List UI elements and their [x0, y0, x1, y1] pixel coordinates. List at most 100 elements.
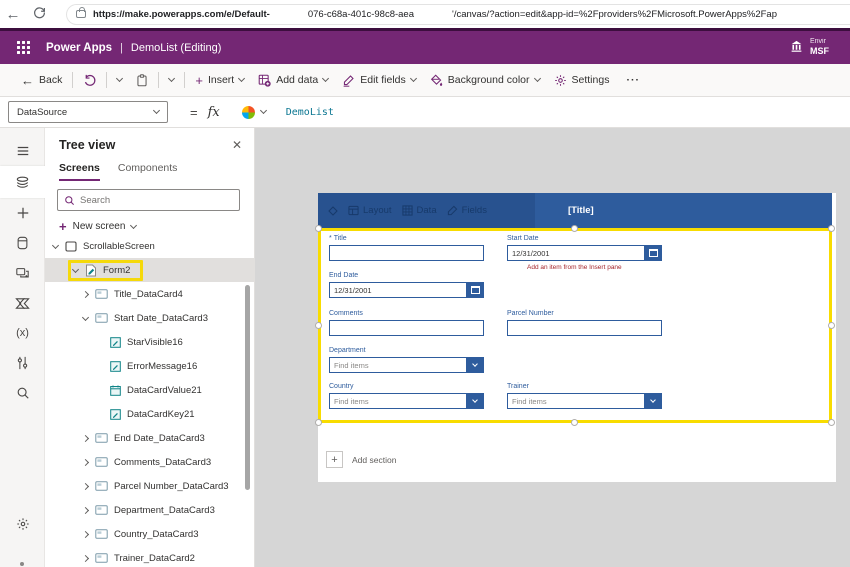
field-comments[interactable]: Comments: [329, 310, 484, 336]
tree-item-starvisible16[interactable]: StarVisible16: [45, 330, 254, 354]
tree-item-datacardvalue21[interactable]: DataCardValue21: [45, 378, 254, 402]
insert-button[interactable]: + Insert: [188, 68, 251, 92]
combo-chevron-button[interactable]: [644, 393, 662, 409]
environment-selector[interactable]: Envir MSF: [790, 38, 850, 56]
selection-handle-nw[interactable]: [315, 225, 322, 232]
rail-power-automate-icon[interactable]: [0, 288, 45, 318]
new-screen-button[interactable]: + New screen: [59, 219, 254, 234]
rail-menu-icon[interactable]: [0, 136, 45, 166]
tree-chevron-icon[interactable]: [71, 265, 80, 273]
paste-button[interactable]: [129, 68, 155, 92]
copilot-button[interactable]: [236, 103, 272, 122]
field-department[interactable]: Department Find items: [329, 347, 484, 373]
property-selector[interactable]: DataSource: [8, 101, 168, 123]
plus-icon: +: [59, 219, 67, 234]
tree-chevron-icon[interactable]: [81, 506, 90, 514]
tree-chevron-icon[interactable]: [81, 290, 90, 298]
rail-media-icon[interactable]: [0, 258, 45, 288]
field-title[interactable]: * Title: [329, 235, 484, 261]
search-input[interactable]: [80, 194, 220, 206]
field-value: Find items: [334, 396, 369, 406]
browser-back-icon[interactable]: ←: [0, 6, 26, 23]
tab-components[interactable]: Components: [118, 162, 178, 181]
data-menu-item[interactable]: Data: [401, 205, 437, 216]
tree-search-box[interactable]: [57, 189, 240, 211]
tree-item-parcel-number-datacard3[interactable]: Parcel Number_DataCard3: [45, 474, 254, 498]
rail-data-icon[interactable]: [0, 228, 45, 258]
form-title-bar[interactable]: Layout Data Fields [Title]: [318, 193, 832, 228]
combo-chevron-button[interactable]: [466, 357, 484, 373]
tree-chevron-icon[interactable]: [81, 482, 90, 490]
undo-dropdown[interactable]: [110, 68, 129, 92]
add-section-button[interactable]: + Add section: [326, 451, 396, 468]
layout-menu-item[interactable]: Layout: [348, 205, 392, 216]
more-commands-button[interactable]: ···: [616, 74, 650, 86]
tree-chevron-icon[interactable]: [81, 530, 90, 538]
calendar-button[interactable]: [644, 245, 662, 261]
screen-page[interactable]: Layout Data Fields [Title] *TitleStart: [315, 193, 836, 482]
combo-input[interactable]: Find items: [329, 393, 484, 409]
field-country[interactable]: Country Find items: [329, 383, 484, 409]
tree-item-department-datacard3[interactable]: Department_DataCard3: [45, 498, 254, 522]
paste-dropdown[interactable]: [162, 68, 181, 92]
field-trainer[interactable]: Trainer Find items: [507, 383, 662, 409]
text-input[interactable]: [329, 245, 484, 261]
tree-item-scrollablescreen[interactable]: ScrollableScreen: [45, 234, 254, 258]
date-input[interactable]: 12/31/2001: [507, 245, 662, 261]
tab-screens[interactable]: Screens: [59, 162, 100, 181]
calendar-button[interactable]: [466, 282, 484, 298]
combo-chevron-button[interactable]: [466, 393, 484, 409]
browser-refresh-icon[interactable]: [26, 6, 52, 23]
close-icon[interactable]: ✕: [232, 138, 242, 152]
selection-handle-sw[interactable]: [315, 419, 322, 426]
edit-fields-button[interactable]: Edit fields: [335, 68, 423, 92]
tree-item-country-datacard3[interactable]: Country_DataCard3: [45, 522, 254, 546]
address-bar[interactable]: https://make.powerapps.com/e/Default- 076…: [66, 3, 850, 25]
field-end-date[interactable]: End Date 12/31/2001: [329, 272, 484, 298]
rail-settings-icon[interactable]: [0, 509, 45, 539]
combo-input[interactable]: Find items: [329, 357, 484, 373]
tree-item-form2[interactable]: Form2: [45, 258, 254, 282]
date-input[interactable]: 12/31/2001: [329, 282, 484, 298]
tree-item-start-date-datacard3[interactable]: Start Date_DataCard3: [45, 306, 254, 330]
rail-tree-view-icon[interactable]: [0, 166, 45, 198]
selection-handle-se[interactable]: [828, 419, 835, 426]
back-button[interactable]: ← Back: [14, 68, 69, 92]
tree-chevron-icon[interactable]: [81, 313, 90, 321]
tree-scrollbar[interactable]: [245, 285, 250, 490]
selection-handle-s[interactable]: [571, 419, 578, 426]
selection-handle-n[interactable]: [571, 225, 578, 232]
settings-button[interactable]: Settings: [547, 68, 617, 92]
tree-item-errormessage16[interactable]: ErrorMessage16: [45, 354, 254, 378]
selection-handle-ne[interactable]: [828, 225, 835, 232]
waffle-menu-icon[interactable]: [17, 41, 30, 54]
selection-handle-w[interactable]: [315, 321, 322, 329]
tree-item-datacardkey21[interactable]: DataCardKey21: [45, 402, 254, 426]
selection-handle-e[interactable]: [828, 321, 835, 329]
rail-advanced-tools-icon[interactable]: [0, 348, 45, 378]
tree-chevron-icon[interactable]: [51, 241, 60, 249]
tree-chevron-icon[interactable]: [81, 458, 90, 466]
brand-label[interactable]: Power Apps: [46, 42, 112, 54]
rail-variables-icon[interactable]: (x): [0, 318, 45, 348]
add-data-button[interactable]: Add data: [251, 68, 335, 92]
background-color-button[interactable]: Background color: [423, 68, 547, 92]
combo-input[interactable]: Find items: [507, 393, 662, 409]
tree-chevron-icon[interactable]: [81, 434, 90, 442]
pin-icon[interactable]: [328, 205, 338, 216]
rail-insert-icon[interactable]: [0, 198, 45, 228]
fields-menu-item[interactable]: Fields: [447, 205, 487, 216]
tree-item-comments-datacard3[interactable]: Comments_DataCard3: [45, 450, 254, 474]
tree-item-title-datacard4[interactable]: Title_DataCard4: [45, 282, 254, 306]
tree-item-trainer-datacard2[interactable]: Trainer_DataCard2: [45, 546, 254, 567]
tree-chevron-icon[interactable]: [81, 554, 90, 562]
formula-input[interactable]: DemoList: [286, 107, 334, 118]
text-input[interactable]: [507, 320, 662, 336]
form2-control[interactable]: * Title Start Date 12/31/2001 Add an item fr…: [315, 225, 835, 426]
tree-item-end-date-datacard3[interactable]: End Date_DataCard3: [45, 426, 254, 450]
field-parcel-number[interactable]: Parcel Number: [507, 310, 662, 336]
field-start-date[interactable]: Start Date 12/31/2001 Add an item from the…: [507, 235, 662, 271]
rail-search-icon[interactable]: [0, 378, 45, 408]
text-input[interactable]: [329, 320, 484, 336]
undo-button[interactable]: [76, 68, 103, 92]
